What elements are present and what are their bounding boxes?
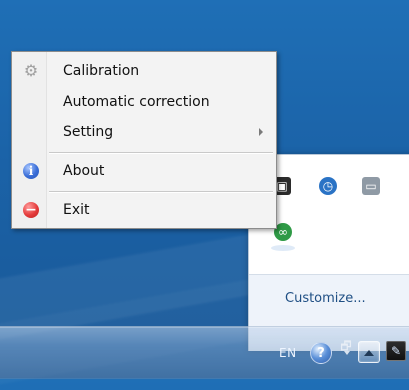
overflow-network-icon[interactable]: ◷	[319, 177, 337, 195]
menu-item-setting[interactable]: Setting	[13, 119, 275, 145]
menu-item-exit[interactable]: − Exit	[13, 197, 275, 223]
monitor-icon[interactable]: 🗗	[338, 337, 354, 355]
show-hidden-icons-button[interactable]	[358, 341, 380, 363]
context-menu: ⚙ Calibration Automatic correction Setti…	[11, 51, 277, 229]
menu-separator	[49, 152, 273, 154]
menu-item-label: Exit	[63, 202, 90, 218]
menu-item-label: About	[63, 163, 105, 179]
system-tray: EN ? 🗗 ✎ ⚐	[229, 327, 409, 379]
menu-item-calibration[interactable]: ⚙ Calibration	[13, 58, 275, 84]
submenu-arrow-icon	[259, 128, 263, 136]
taskbar: EN ? 🗗 ✎ ⚐	[0, 326, 409, 379]
help-icon[interactable]: ?	[310, 342, 332, 364]
menu-item-label: Calibration	[63, 63, 140, 79]
gear-icon: ⚙	[23, 61, 39, 80]
chevron-up-icon	[364, 350, 374, 356]
customize-link[interactable]: Customize...	[285, 291, 366, 306]
menu-item-automatic-correction[interactable]: Automatic correction	[13, 89, 275, 115]
menu-separator	[49, 191, 273, 193]
info-icon: i	[23, 163, 39, 179]
flyout-divider	[249, 274, 409, 275]
minus-icon: −	[23, 202, 39, 218]
menu-item-label: Setting	[63, 124, 114, 140]
language-indicator[interactable]: EN	[279, 346, 297, 360]
overflow-device-icon[interactable]: ▭	[362, 177, 380, 195]
menu-item-label: Automatic correction	[63, 94, 210, 110]
app-icon[interactable]: ✎	[386, 341, 406, 361]
menu-item-about[interactable]: i About	[13, 158, 275, 184]
